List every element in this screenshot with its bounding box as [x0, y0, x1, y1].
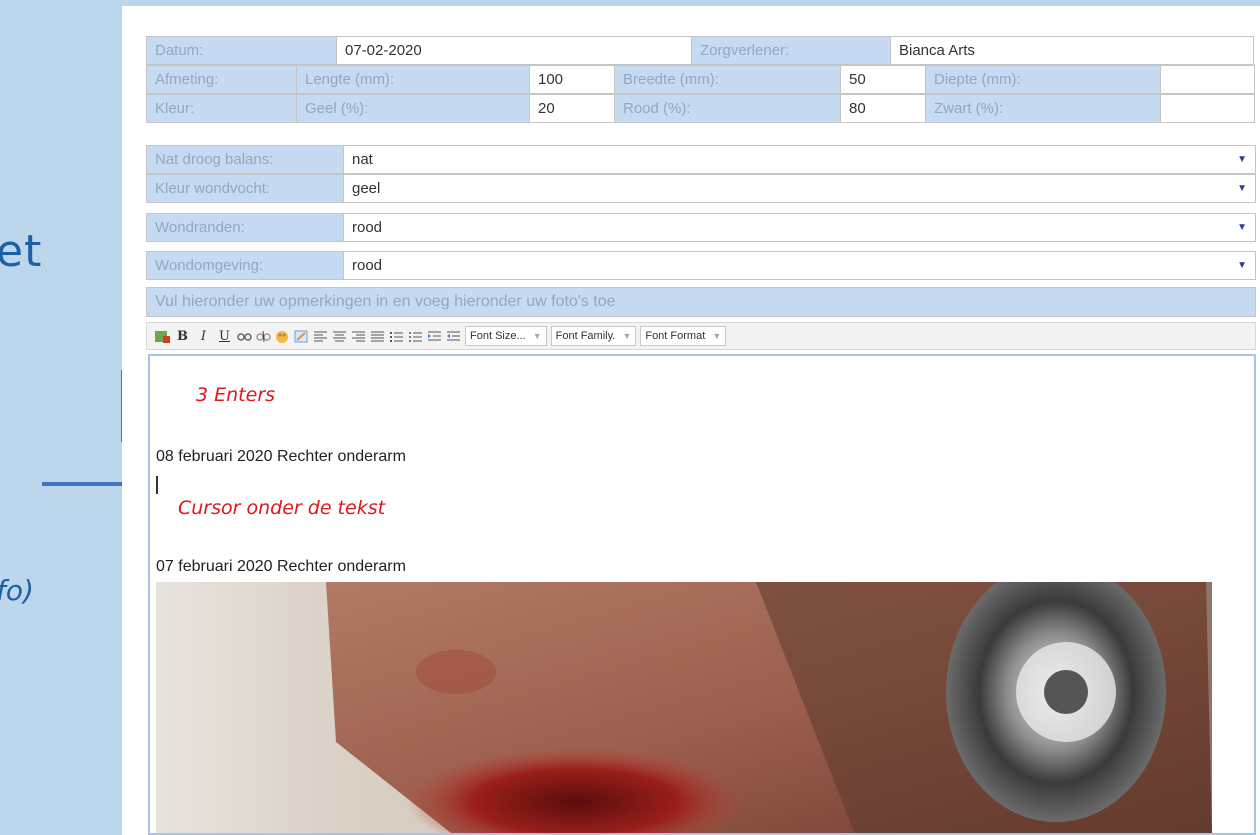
unlink-icon[interactable] [256, 330, 271, 343]
row-afmeting: Afmeting: Lengte (mm): 100 Breedte (mm):… [146, 65, 1256, 94]
editor-line-1: 08 februari 2020 Rechter onderarm [156, 448, 406, 465]
bold-button[interactable]: B [174, 329, 191, 344]
kleur-label: Kleur: [146, 94, 297, 123]
align-right-icon[interactable] [351, 330, 366, 343]
outdent-icon[interactable] [427, 330, 442, 343]
wound-photo [156, 582, 1212, 833]
zwart-field[interactable] [1160, 94, 1255, 123]
zwart-label: Zwart (%): [925, 94, 1161, 123]
font-family-select[interactable]: Font Family. ▼ [550, 326, 637, 346]
geel-label: Geel (%): [296, 94, 530, 123]
nat-droog-balans-label: Nat droog balans: [146, 145, 344, 174]
wondomgeving-label: Wondomgeving: [146, 251, 344, 280]
rood-label: Rood (%): [614, 94, 841, 123]
chevron-down-icon: ▼ [532, 331, 542, 341]
lengte-field[interactable]: 100 [529, 65, 615, 94]
align-center-icon[interactable] [332, 330, 347, 343]
slide-text-fragment-italic: fo) [0, 574, 34, 607]
link-icon[interactable] [237, 330, 252, 343]
align-left-icon[interactable] [313, 330, 328, 343]
chevron-down-icon: ▼ [622, 331, 632, 341]
dropdown-arrow-icon: ▼ [1237, 222, 1247, 233]
numbered-list-icon[interactable] [389, 330, 404, 343]
nat-droog-balans-select[interactable]: nat ▼ [343, 145, 1256, 174]
editor-line-2: 07 februari 2020 Rechter onderarm [156, 558, 406, 575]
lengte-label: Lengte (mm): [296, 65, 530, 94]
instruction-banner: Vul hieronder uw opmerkingen in en voeg … [146, 287, 1256, 317]
editor-toolbar: B I U Font Size... ▼ Font Family. ▼ Font F… [146, 322, 1256, 350]
text-cursor [156, 476, 158, 494]
datum-field[interactable]: 07-02-2020 [336, 36, 692, 65]
italic-button[interactable]: I [195, 329, 212, 344]
chevron-down-icon: ▼ [712, 331, 722, 341]
diepte-label: Diepte (mm): [925, 65, 1161, 94]
rood-field[interactable]: 80 [840, 94, 926, 123]
nat-droog-balans-value: nat [352, 151, 373, 168]
align-justify-icon[interactable] [370, 330, 385, 343]
row-kleur-wondvocht: Kleur wondvocht: geel ▼ [146, 174, 1256, 203]
font-format-select[interactable]: Font Format ▼ [640, 326, 727, 346]
annotation-enters: 3 Enters [196, 384, 276, 406]
datum-label: Datum: [146, 36, 337, 65]
row-kleur: Kleur: Geel (%): 20 Rood (%): 80 Zwart (… [146, 94, 1256, 123]
kleur-wondvocht-value: geel [352, 180, 381, 197]
wondomgeving-value: rood [352, 257, 383, 274]
dropdown-arrow-icon: ▼ [1237, 260, 1247, 271]
font-format-label: Font Format [645, 330, 706, 342]
edit-image-icon[interactable] [294, 330, 309, 343]
font-size-label: Font Size... [470, 330, 526, 342]
wound-form-screenshot: Datum: 07-02-2020 Zorgverlener: Bianca A… [122, 6, 1260, 835]
breedte-label: Breedte (mm): [614, 65, 841, 94]
kleur-wondvocht-select[interactable]: geel ▼ [343, 174, 1256, 203]
afmeting-label: Afmeting: [146, 65, 297, 94]
indent-icon[interactable] [446, 330, 461, 343]
dropdown-arrow-icon: ▼ [1237, 183, 1247, 194]
row-datum: Datum: 07-02-2020 Zorgverlener: Bianca A… [146, 36, 1256, 65]
zorgverlener-label: Zorgverlener: [691, 36, 891, 65]
zorgverlener-field[interactable]: Bianca Arts [890, 36, 1254, 65]
insert-image-icon[interactable] [155, 330, 170, 343]
wondranden-select[interactable]: rood ▼ [343, 213, 1256, 242]
font-family-label: Font Family. [555, 330, 616, 342]
kleur-wondvocht-label: Kleur wondvocht: [146, 174, 344, 203]
dropdown-arrow-icon: ▼ [1237, 154, 1247, 165]
wondranden-label: Wondranden: [146, 213, 344, 242]
breedte-field[interactable]: 50 [840, 65, 926, 94]
diepte-field[interactable] [1160, 65, 1255, 94]
slide-text-fragment: et [0, 226, 43, 277]
geel-field[interactable]: 20 [529, 94, 615, 123]
row-wondomgeving: Wondomgeving: rood ▼ [146, 251, 1256, 280]
color-palette-icon[interactable] [275, 330, 290, 343]
rich-text-editor[interactable]: 3 Enters 08 februari 2020 Rechter ondera… [148, 354, 1256, 835]
underline-button[interactable]: U [216, 329, 233, 344]
row-nat-droog-balans: Nat droog balans: nat ▼ [146, 145, 1256, 174]
wondomgeving-select[interactable]: rood ▼ [343, 251, 1256, 280]
arrow-annotation [42, 482, 128, 486]
wondranden-value: rood [352, 219, 383, 236]
bullet-list-icon[interactable] [408, 330, 423, 343]
row-wondranden: Wondranden: rood ▼ [146, 213, 1256, 242]
font-size-select[interactable]: Font Size... ▼ [465, 326, 547, 346]
annotation-cursor: Cursor onder de tekst [178, 497, 386, 519]
